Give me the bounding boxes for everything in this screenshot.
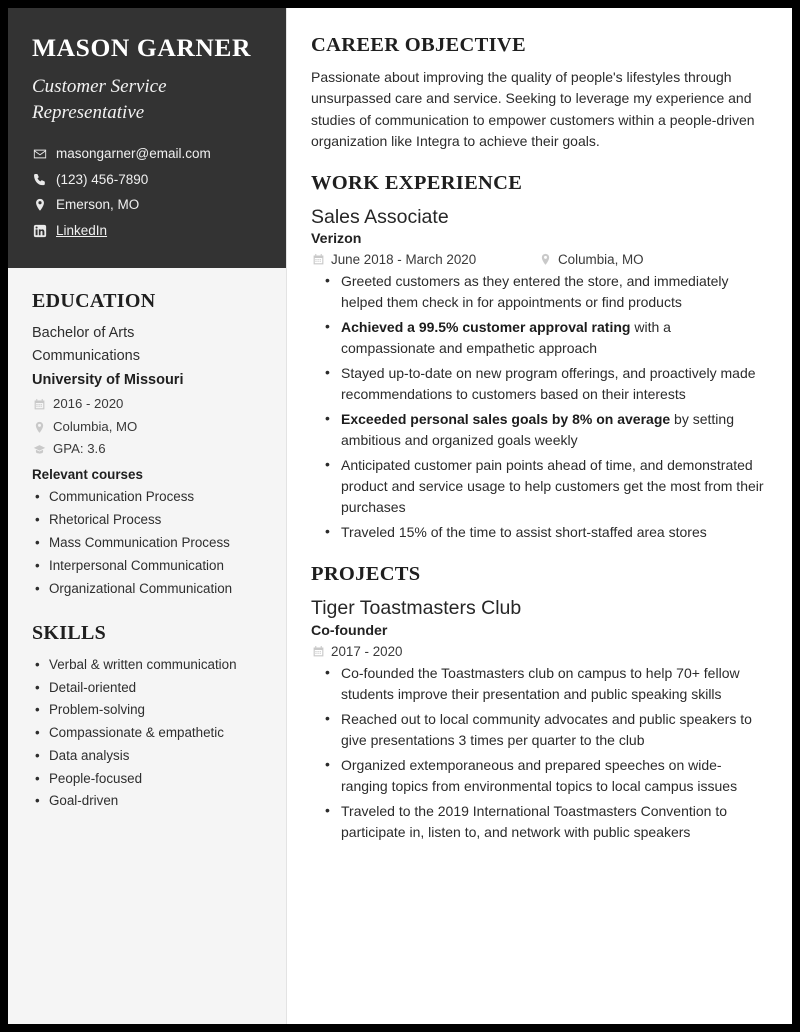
contact-location: Emerson, MO [32, 196, 262, 214]
project-dates-text: 2017 - 2020 [331, 643, 403, 659]
calendar-icon [311, 253, 325, 267]
list-item: Interpersonal Communication [32, 554, 262, 577]
education-dates: 2016 - 2020 [32, 394, 262, 414]
projects-section: PROJECTS Tiger Toastmasters Club Co-foun… [311, 563, 768, 842]
contact-list: masongarner@email.com (123) 456-7890 Eme… [32, 145, 262, 239]
sidebar-body: EDUCATION Bachelor of Arts Communication… [8, 268, 286, 844]
work-dates-text: June 2018 - March 2020 [331, 252, 477, 268]
contact-location-text: Emerson, MO [56, 197, 140, 213]
education-degree: Bachelor of Arts [32, 325, 135, 341]
candidate-name: MASON GARNER [32, 33, 251, 62]
work-bullets: Greeted customers as they entered the st… [311, 270, 768, 543]
work-job-title: Sales Associate [311, 206, 449, 229]
work-meta: June 2018 - March 2020 Columbia, MO [311, 252, 768, 267]
list-item: Greeted customers as they entered the st… [319, 270, 768, 313]
skills-list: Verbal & written communication Detail-or… [32, 654, 262, 812]
bullet-text: Co-founded the Toastmasters club on camp… [341, 664, 740, 702]
list-item: Organized extemporaneous and prepared sp… [319, 754, 768, 797]
career-objective-text: Passionate about improving the quality o… [311, 69, 755, 149]
list-item: Verbal & written communication [32, 654, 262, 676]
candidate-title: Customer Service Representative [32, 76, 167, 123]
project-meta: 2017 - 2020 [311, 644, 768, 659]
project-bullets: Co-founded the Toastmasters club on camp… [311, 662, 768, 843]
contact-linkedin-text[interactable]: LinkedIn [56, 222, 107, 240]
map-pin-icon [32, 420, 46, 434]
list-item: People-focused [32, 768, 262, 790]
work-dates: June 2018 - March 2020 [311, 252, 538, 267]
education-heading: EDUCATION [32, 290, 156, 312]
list-item: Co-founded the Toastmasters club on camp… [319, 662, 768, 705]
bullet-bold: Exceeded personal sales goals by 8% on a… [341, 411, 671, 428]
list-item: Organizational Communication [32, 577, 262, 600]
list-item: Reached out to local community advocates… [319, 708, 768, 751]
list-item: Data analysis [32, 745, 262, 767]
project-entry: Tiger Toastmasters Club Co-founder 2017 … [311, 596, 768, 842]
bullet-text: Reached out to local community advocates… [341, 710, 752, 748]
contact-email-text: masongarner@email.com [56, 146, 211, 162]
education-location-text: Columbia, MO [53, 418, 138, 434]
education-location: Columbia, MO [32, 417, 262, 437]
contact-phone[interactable]: (123) 456-7890 [32, 171, 262, 189]
bullet-text: Anticipated customer pain points ahead o… [341, 457, 764, 516]
list-item: Communication Process [32, 485, 262, 508]
list-item: Stayed up-to-date on new program offerin… [319, 362, 768, 405]
list-item: Achieved a 99.5% customer approval ratin… [319, 316, 768, 359]
bullet-text: Organized extemporaneous and prepared sp… [341, 756, 738, 794]
main-content: CAREER OBJECTIVE Passionate about improv… [287, 8, 792, 1024]
bullet-text: Stayed up-to-date on new program offerin… [341, 365, 756, 403]
project-role: Co-founder [311, 622, 388, 639]
education-dates-text: 2016 - 2020 [53, 396, 124, 412]
work-location: Columbia, MO [538, 252, 644, 267]
contact-phone-text: (123) 456-7890 [56, 171, 149, 187]
project-title: Tiger Toastmasters Club [311, 597, 522, 620]
work-entry: Sales Associate Verizon June 2018 - Marc… [311, 205, 768, 543]
list-item: Traveled 15% of the time to assist short… [319, 521, 768, 543]
career-objective-heading: CAREER OBJECTIVE [311, 34, 526, 56]
graduation-cap-icon [32, 443, 46, 457]
education-school: University of Missouri [32, 371, 184, 388]
list-item: Problem-solving [32, 699, 262, 721]
relevant-courses-list: Communication Process Rhetorical Process… [32, 485, 262, 600]
list-item: Compassionate & empathetic [32, 722, 262, 744]
bullet-text: Traveled to the 2019 International Toast… [341, 802, 728, 840]
education-section: EDUCATION Bachelor of Arts Communication… [32, 290, 262, 600]
list-item: Anticipated customer pain points ahead o… [319, 454, 768, 518]
bullet-bold: Achieved a 99.5% customer approval ratin… [341, 319, 631, 336]
work-location-text: Columbia, MO [558, 252, 644, 268]
sidebar-header: MASON GARNER Customer Service Representa… [8, 8, 286, 268]
relevant-courses-heading: Relevant courses [32, 466, 143, 482]
education-gpa: GPA: 3.6 [32, 439, 262, 459]
work-experience-heading: WORK EXPERIENCE [311, 172, 523, 195]
calendar-icon [32, 398, 46, 412]
linkedin-icon [32, 223, 47, 238]
envelope-icon [32, 147, 47, 162]
list-item: Traveled to the 2019 International Toast… [319, 800, 768, 843]
calendar-icon [311, 644, 325, 658]
list-item: Exceeded personal sales goals by 8% on a… [319, 408, 768, 451]
contact-linkedin[interactable]: LinkedIn [32, 222, 262, 240]
map-pin-icon [32, 198, 47, 213]
resume-page: MASON GARNER Customer Service Representa… [8, 8, 792, 1024]
skills-section: SKILLS Verbal & written communication De… [32, 622, 262, 812]
list-item: Goal-driven [32, 790, 262, 812]
list-item: Mass Communication Process [32, 531, 262, 554]
education-gpa-text: GPA: 3.6 [53, 441, 106, 457]
phone-icon [32, 172, 47, 187]
projects-heading: PROJECTS [311, 563, 421, 586]
work-experience-section: WORK EXPERIENCE Sales Associate Verizon … [311, 172, 768, 543]
bullet-text: Traveled 15% of the time to assist short… [341, 524, 707, 541]
contact-email[interactable]: masongarner@email.com [32, 145, 262, 163]
map-pin-icon [538, 253, 552, 267]
list-item: Detail-oriented [32, 677, 262, 699]
skills-heading: SKILLS [32, 622, 107, 645]
work-company: Verizon [311, 231, 362, 248]
sidebar: MASON GARNER Customer Service Representa… [8, 8, 287, 1024]
project-dates: 2017 - 2020 [311, 644, 538, 659]
education-field: Communications [32, 348, 140, 365]
list-item: Rhetorical Process [32, 508, 262, 531]
career-objective-section: CAREER OBJECTIVE Passionate about improv… [311, 34, 768, 152]
bullet-text: Greeted customers as they entered the st… [341, 273, 729, 311]
